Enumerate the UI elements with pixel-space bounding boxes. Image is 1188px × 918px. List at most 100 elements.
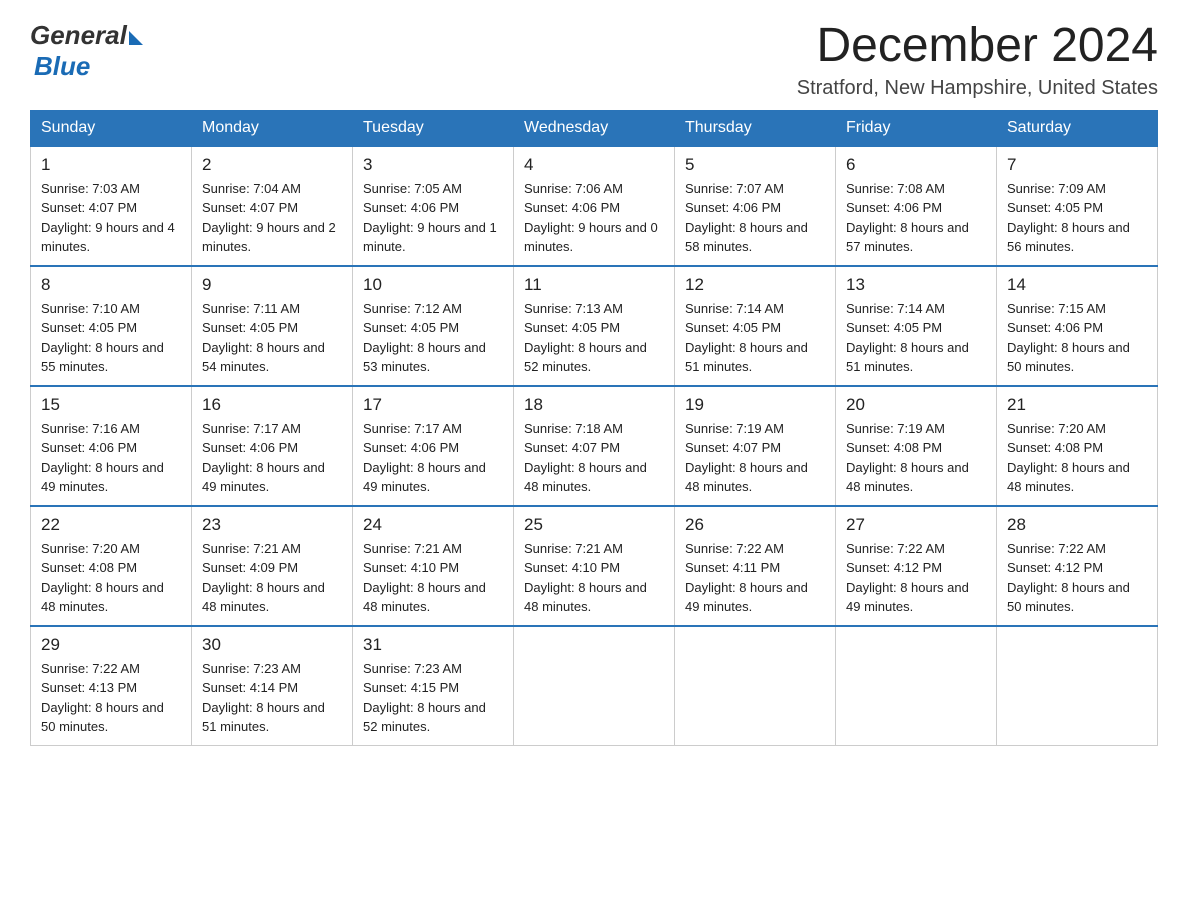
weekday-header-friday: Friday xyxy=(836,110,997,146)
day-number: 19 xyxy=(685,395,825,415)
day-number: 30 xyxy=(202,635,342,655)
calendar-cell: 3 Sunrise: 7:05 AMSunset: 4:06 PMDayligh… xyxy=(353,146,514,266)
day-number: 24 xyxy=(363,515,503,535)
calendar-cell: 25 Sunrise: 7:21 AMSunset: 4:10 PMDaylig… xyxy=(514,506,675,626)
calendar-cell: 10 Sunrise: 7:12 AMSunset: 4:05 PMDaylig… xyxy=(353,266,514,386)
calendar-cell: 30 Sunrise: 7:23 AMSunset: 4:14 PMDaylig… xyxy=(192,626,353,746)
calendar-cell xyxy=(514,626,675,746)
calendar-cell: 6 Sunrise: 7:08 AMSunset: 4:06 PMDayligh… xyxy=(836,146,997,266)
day-number: 17 xyxy=(363,395,503,415)
day-info: Sunrise: 7:14 AMSunset: 4:05 PMDaylight:… xyxy=(846,301,969,375)
logo-arrow-icon xyxy=(129,31,143,45)
calendar-cell xyxy=(997,626,1158,746)
day-number: 9 xyxy=(202,275,342,295)
day-number: 31 xyxy=(363,635,503,655)
day-number: 3 xyxy=(363,155,503,175)
day-number: 10 xyxy=(363,275,503,295)
day-info: Sunrise: 7:21 AMSunset: 4:10 PMDaylight:… xyxy=(363,541,486,615)
day-number: 11 xyxy=(524,275,664,295)
calendar-cell: 7 Sunrise: 7:09 AMSunset: 4:05 PMDayligh… xyxy=(997,146,1158,266)
day-info: Sunrise: 7:05 AMSunset: 4:06 PMDaylight:… xyxy=(363,181,497,255)
day-info: Sunrise: 7:14 AMSunset: 4:05 PMDaylight:… xyxy=(685,301,808,375)
day-info: Sunrise: 7:21 AMSunset: 4:10 PMDaylight:… xyxy=(524,541,647,615)
calendar-cell: 21 Sunrise: 7:20 AMSunset: 4:08 PMDaylig… xyxy=(997,386,1158,506)
calendar-cell: 8 Sunrise: 7:10 AMSunset: 4:05 PMDayligh… xyxy=(31,266,192,386)
calendar-cell: 28 Sunrise: 7:22 AMSunset: 4:12 PMDaylig… xyxy=(997,506,1158,626)
location-title: Stratford, New Hampshire, United States xyxy=(797,77,1158,100)
calendar-cell: 27 Sunrise: 7:22 AMSunset: 4:12 PMDaylig… xyxy=(836,506,997,626)
day-number: 28 xyxy=(1007,515,1147,535)
day-number: 14 xyxy=(1007,275,1147,295)
day-number: 8 xyxy=(41,275,181,295)
day-number: 6 xyxy=(846,155,986,175)
day-info: Sunrise: 7:22 AMSunset: 4:13 PMDaylight:… xyxy=(41,661,164,735)
day-info: Sunrise: 7:11 AMSunset: 4:05 PMDaylight:… xyxy=(202,301,325,375)
day-number: 16 xyxy=(202,395,342,415)
day-info: Sunrise: 7:23 AMSunset: 4:15 PMDaylight:… xyxy=(363,661,486,735)
day-number: 5 xyxy=(685,155,825,175)
day-info: Sunrise: 7:19 AMSunset: 4:08 PMDaylight:… xyxy=(846,421,969,495)
day-info: Sunrise: 7:16 AMSunset: 4:06 PMDaylight:… xyxy=(41,421,164,495)
calendar-cell: 11 Sunrise: 7:13 AMSunset: 4:05 PMDaylig… xyxy=(514,266,675,386)
calendar-cell: 22 Sunrise: 7:20 AMSunset: 4:08 PMDaylig… xyxy=(31,506,192,626)
day-number: 1 xyxy=(41,155,181,175)
calendar-cell xyxy=(836,626,997,746)
calendar-cell: 16 Sunrise: 7:17 AMSunset: 4:06 PMDaylig… xyxy=(192,386,353,506)
day-number: 26 xyxy=(685,515,825,535)
day-info: Sunrise: 7:06 AMSunset: 4:06 PMDaylight:… xyxy=(524,181,658,255)
day-info: Sunrise: 7:12 AMSunset: 4:05 PMDaylight:… xyxy=(363,301,486,375)
weekday-header-thursday: Thursday xyxy=(675,110,836,146)
title-block: December 2024 Stratford, New Hampshire, … xyxy=(797,20,1158,100)
day-number: 4 xyxy=(524,155,664,175)
logo-blue-text: Blue xyxy=(34,51,90,82)
calendar-week-row: 15 Sunrise: 7:16 AMSunset: 4:06 PMDaylig… xyxy=(31,386,1158,506)
day-number: 15 xyxy=(41,395,181,415)
day-number: 27 xyxy=(846,515,986,535)
day-number: 12 xyxy=(685,275,825,295)
calendar-cell: 5 Sunrise: 7:07 AMSunset: 4:06 PMDayligh… xyxy=(675,146,836,266)
calendar-cell: 24 Sunrise: 7:21 AMSunset: 4:10 PMDaylig… xyxy=(353,506,514,626)
day-info: Sunrise: 7:22 AMSunset: 4:12 PMDaylight:… xyxy=(846,541,969,615)
day-number: 18 xyxy=(524,395,664,415)
day-info: Sunrise: 7:08 AMSunset: 4:06 PMDaylight:… xyxy=(846,181,969,255)
day-info: Sunrise: 7:17 AMSunset: 4:06 PMDaylight:… xyxy=(202,421,325,495)
logo-general-text: General xyxy=(30,20,127,51)
day-info: Sunrise: 7:23 AMSunset: 4:14 PMDaylight:… xyxy=(202,661,325,735)
day-info: Sunrise: 7:21 AMSunset: 4:09 PMDaylight:… xyxy=(202,541,325,615)
day-info: Sunrise: 7:07 AMSunset: 4:06 PMDaylight:… xyxy=(685,181,808,255)
weekday-header-tuesday: Tuesday xyxy=(353,110,514,146)
calendar-cell xyxy=(675,626,836,746)
day-info: Sunrise: 7:10 AMSunset: 4:05 PMDaylight:… xyxy=(41,301,164,375)
day-info: Sunrise: 7:17 AMSunset: 4:06 PMDaylight:… xyxy=(363,421,486,495)
page-header: General Blue December 2024 Stratford, Ne… xyxy=(30,20,1158,100)
day-info: Sunrise: 7:13 AMSunset: 4:05 PMDaylight:… xyxy=(524,301,647,375)
weekday-header-monday: Monday xyxy=(192,110,353,146)
calendar-cell: 9 Sunrise: 7:11 AMSunset: 4:05 PMDayligh… xyxy=(192,266,353,386)
logo: General Blue xyxy=(30,20,143,82)
calendar-cell: 4 Sunrise: 7:06 AMSunset: 4:06 PMDayligh… xyxy=(514,146,675,266)
day-info: Sunrise: 7:20 AMSunset: 4:08 PMDaylight:… xyxy=(41,541,164,615)
calendar-cell: 17 Sunrise: 7:17 AMSunset: 4:06 PMDaylig… xyxy=(353,386,514,506)
calendar-week-row: 29 Sunrise: 7:22 AMSunset: 4:13 PMDaylig… xyxy=(31,626,1158,746)
month-title: December 2024 xyxy=(797,20,1158,73)
calendar-cell: 31 Sunrise: 7:23 AMSunset: 4:15 PMDaylig… xyxy=(353,626,514,746)
day-number: 29 xyxy=(41,635,181,655)
calendar-cell: 13 Sunrise: 7:14 AMSunset: 4:05 PMDaylig… xyxy=(836,266,997,386)
day-info: Sunrise: 7:04 AMSunset: 4:07 PMDaylight:… xyxy=(202,181,336,255)
weekday-header-sunday: Sunday xyxy=(31,110,192,146)
day-number: 22 xyxy=(41,515,181,535)
day-info: Sunrise: 7:18 AMSunset: 4:07 PMDaylight:… xyxy=(524,421,647,495)
day-number: 20 xyxy=(846,395,986,415)
day-info: Sunrise: 7:19 AMSunset: 4:07 PMDaylight:… xyxy=(685,421,808,495)
day-number: 7 xyxy=(1007,155,1147,175)
calendar-cell: 26 Sunrise: 7:22 AMSunset: 4:11 PMDaylig… xyxy=(675,506,836,626)
calendar-cell: 1 Sunrise: 7:03 AMSunset: 4:07 PMDayligh… xyxy=(31,146,192,266)
day-info: Sunrise: 7:22 AMSunset: 4:12 PMDaylight:… xyxy=(1007,541,1130,615)
day-info: Sunrise: 7:09 AMSunset: 4:05 PMDaylight:… xyxy=(1007,181,1130,255)
calendar-cell: 12 Sunrise: 7:14 AMSunset: 4:05 PMDaylig… xyxy=(675,266,836,386)
calendar-cell: 18 Sunrise: 7:18 AMSunset: 4:07 PMDaylig… xyxy=(514,386,675,506)
calendar-week-row: 8 Sunrise: 7:10 AMSunset: 4:05 PMDayligh… xyxy=(31,266,1158,386)
calendar-cell: 19 Sunrise: 7:19 AMSunset: 4:07 PMDaylig… xyxy=(675,386,836,506)
calendar-cell: 29 Sunrise: 7:22 AMSunset: 4:13 PMDaylig… xyxy=(31,626,192,746)
calendar-cell: 20 Sunrise: 7:19 AMSunset: 4:08 PMDaylig… xyxy=(836,386,997,506)
